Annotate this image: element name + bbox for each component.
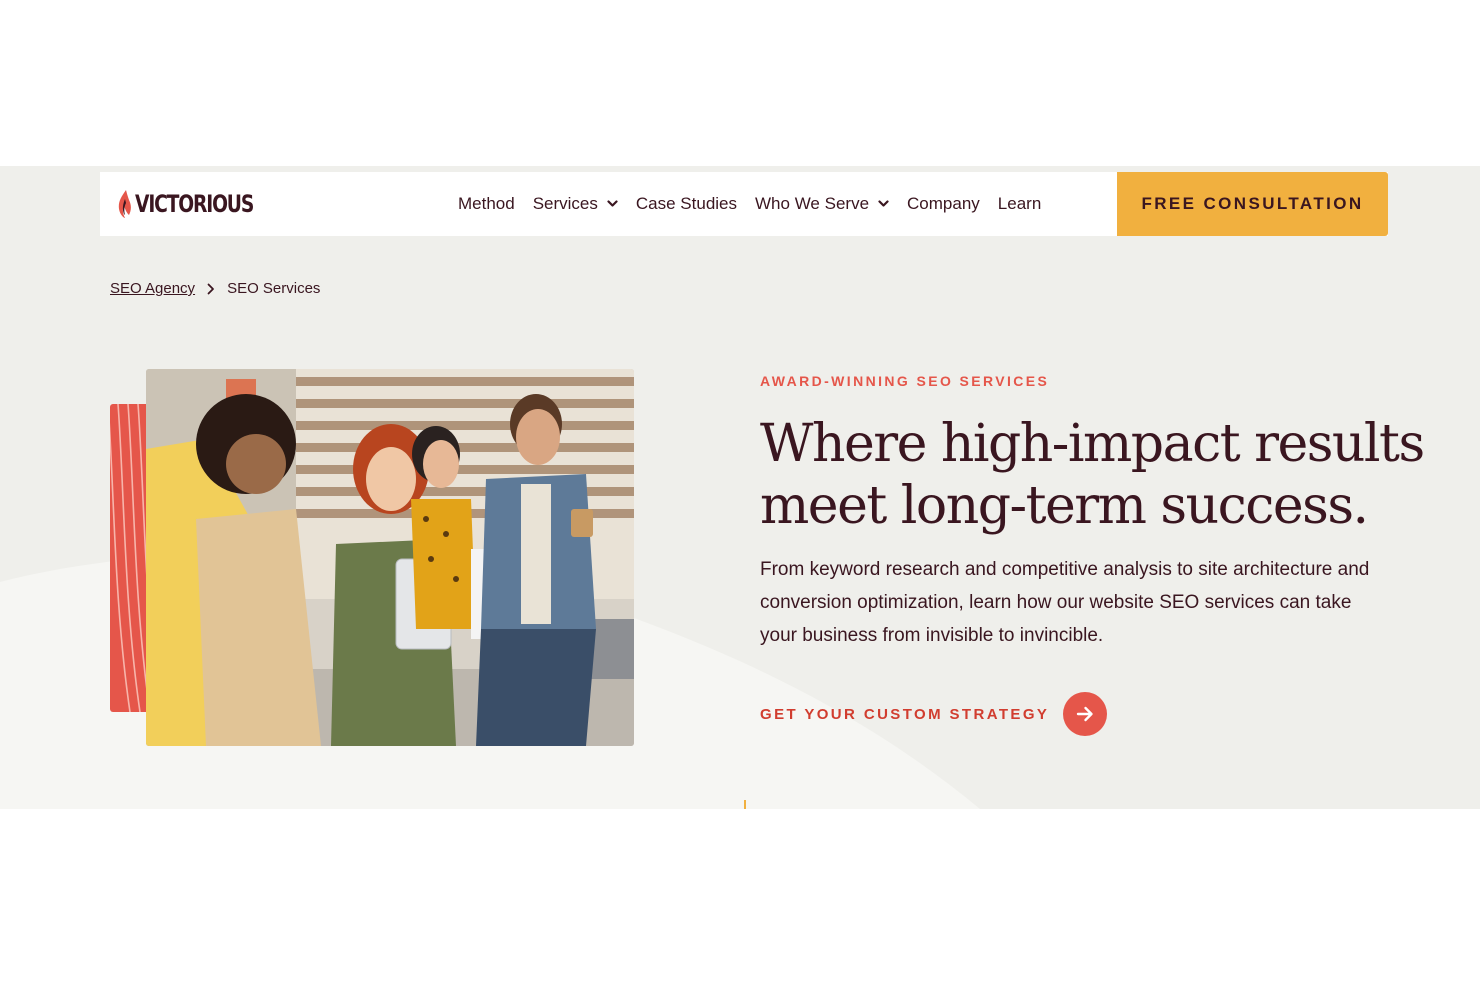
- top-navigation: VICTORIOUS Method Services Case Studies …: [100, 172, 1388, 236]
- logo-text: VICTORIOUS: [135, 190, 254, 218]
- custom-strategy-label: GET YOUR CUSTOM STRATEGY: [760, 705, 1050, 723]
- nav-item-label: Services: [532, 194, 598, 213]
- hero-headline-line-2: meet long-term success.: [760, 476, 1369, 536]
- hero-eyebrow: AWARD-WINNING SEO SERVICES: [760, 373, 1050, 389]
- nav-item-learn[interactable]: Learn: [998, 194, 1041, 214]
- decorative-stripe: [110, 404, 150, 712]
- nav-item-method[interactable]: Method: [458, 194, 515, 214]
- page: VICTORIOUS Method Services Case Studies …: [0, 0, 1480, 987]
- hero-description: From keyword research and competitive an…: [760, 559, 1370, 646]
- breadcrumb-current: SEO Services: [227, 280, 321, 297]
- nav-links: Method Services Case Studies Who We Serv…: [458, 172, 1059, 236]
- chevron-right-icon: [207, 283, 214, 294]
- nav-item-label: Company: [907, 194, 980, 213]
- breadcrumb: SEO Agency SEO Services: [110, 280, 320, 297]
- nav-item-label: Method: [458, 194, 515, 213]
- team-photo-illustration: [146, 369, 634, 746]
- hero-section: VICTORIOUS Method Services Case Studies …: [0, 166, 1480, 809]
- nav-item-label: Learn: [997, 194, 1042, 213]
- chevron-down-icon: [607, 200, 618, 207]
- nav-item-services[interactable]: Services: [533, 194, 618, 214]
- stripe-pattern: [110, 404, 150, 712]
- custom-strategy-link[interactable]: GET YOUR CUSTOM STRATEGY: [760, 692, 1108, 736]
- hero-headline-line-1: Where high-impact results: [760, 414, 1425, 474]
- nav-item-who-we-serve[interactable]: Who We Serve: [755, 194, 889, 214]
- nav-item-case-studies[interactable]: Case Studies: [636, 194, 737, 214]
- chevron-down-icon: [878, 200, 889, 207]
- free-consultation-button[interactable]: FREE CONSULTATION: [1117, 172, 1388, 236]
- nav-item-label: Who We Serve: [755, 194, 870, 213]
- hero-headline: Where high-impact results meet long-term…: [760, 413, 1425, 537]
- arrow-right-glyph: [1077, 706, 1093, 722]
- arrow-right-icon[interactable]: [1063, 692, 1108, 736]
- breadcrumb-link-seo-agency[interactable]: SEO Agency: [110, 280, 195, 297]
- team-photo: [146, 369, 634, 746]
- flame-icon: [118, 190, 131, 218]
- nav-item-company[interactable]: Company: [907, 194, 980, 214]
- nav-item-label: Case Studies: [635, 194, 738, 213]
- section-divider: [744, 800, 746, 809]
- logo[interactable]: VICTORIOUS: [116, 172, 286, 236]
